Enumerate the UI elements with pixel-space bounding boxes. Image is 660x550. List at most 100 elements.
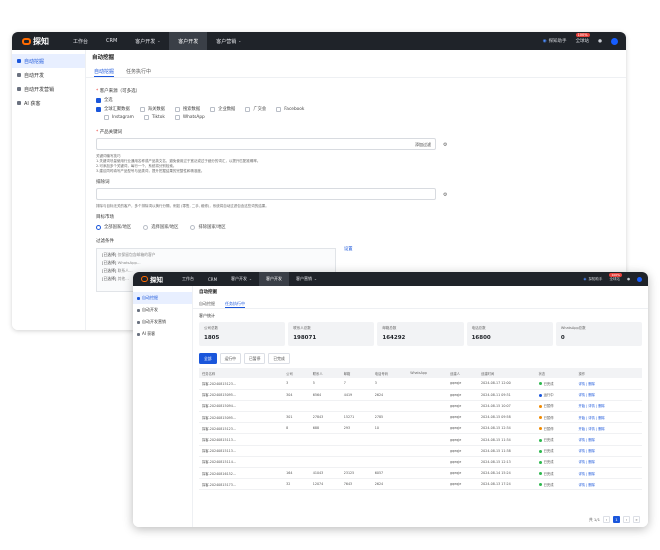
tab-auto-mining[interactable]: 自动挖掘 [94,68,115,77]
filter-paused[interactable]: 已暂停 [243,353,266,364]
nav-crm[interactable]: CRM [97,32,126,50]
nav-crm[interactable]: CRM [201,272,224,286]
sidebar-item-auto-dev[interactable]: 自动开发 [12,68,85,82]
ai-icon [137,332,140,336]
tab-running-tasks[interactable]: 任务执行中 [225,301,245,308]
add-filter-button[interactable]: 添加过滤 [415,142,431,148]
radio-select-regions[interactable]: 选择国家/地区 [143,224,178,230]
table-cell: 304 [283,389,310,401]
checkbox-facebook[interactable]: Facebook [276,106,304,112]
checkbox-instagram[interactable]: Instagram [104,115,134,120]
table-row[interactable]: 探客-20240815095... 301 27843 15271 2785 gqeqje… [199,411,642,424]
nav-customer-dev-menu[interactable]: 客户开发 ⌄ [126,32,169,50]
marketing-icon [17,87,21,91]
task-name-cell: 探客-20240815094... [199,400,284,413]
table-row[interactable]: 探客-20240815173... 32 12074 7643 2624 gqeqje 20… [199,478,642,491]
table-row[interactable]: 探客-20240815123... 3 5 7 3 gqeqje 2024-08-17 12… [199,378,642,390]
gear-icon[interactable]: ⚙ [443,142,447,148]
exclude-input[interactable]: ⚙ [96,188,447,200]
tab-bar: 自动挖掘 任务执行中 [86,64,626,78]
avatar[interactable] [611,37,618,45]
task-name-cell: 探客-20240815095... [199,411,284,424]
table-cell: gqeqje [447,378,479,390]
sidebar-item-auto-mining[interactable]: 自动挖掘 [133,292,192,304]
checkbox-search-data[interactable]: 搜索数据 [174,106,200,112]
sidebar-item-auto-mining[interactable]: 自动挖掘 [12,54,85,68]
brand-logo[interactable]: 探知 [141,274,175,284]
row-action-links[interactable]: 详情 | 删除 [578,472,594,476]
row-action-links[interactable]: 详情 | 删除 [578,438,594,442]
filter-running[interactable]: 运行中 [219,353,241,364]
sidebar-item-ai-acquire[interactable]: AI 获客 [133,328,192,340]
brand-logo[interactable]: 探知 [22,36,64,47]
table-row[interactable]: 探客-20240815113... gqeqje 2024-08-15 11:34 已… [199,433,642,446]
table-row[interactable]: 探客-20240815123... 8 688 293 10 gqeqje 2024-08-… [199,422,642,435]
row-action-links[interactable]: 开始 | 详情 | 删除 [578,416,604,420]
filter-done[interactable]: 已完成 [268,353,290,364]
nav-customer-dev-menu[interactable]: 客户开发 ⌄ [224,272,259,286]
keyword-input[interactable]: 添加过滤 ⚙ [96,138,447,150]
source-row-1: 全选 [96,97,616,103]
table-row[interactable]: 探客-20240815113... gqeqje 2024-08-15 11:38 已… [199,445,642,457]
filter-all[interactable]: 全部 [199,353,217,364]
exclude-label: 排除词 [96,180,110,185]
assistant-icon: ◉ [542,38,547,44]
checkbox-global-data[interactable]: 全球汇聚数据 [96,106,130,112]
checkbox-company-data[interactable]: 企业数据 [210,106,235,112]
row-action-links[interactable]: 开始 | 详情 | 删除 [578,404,604,408]
site-switch[interactable]: 100% 全球站 [575,33,590,44]
checkbox-tiktok[interactable]: Tiktok [143,115,165,120]
bell-icon[interactable]: ● [627,277,630,281]
site-switch[interactable]: 100% 全球站 [609,272,623,282]
tab-running-tasks[interactable]: 任务执行中 [126,68,151,77]
table-row[interactable]: 探客-20240815114... gqeqje 2024-08-15 12:13 已… [199,456,642,469]
radio-all-regions[interactable]: 全部国家/地区 [96,224,131,230]
status-text: 已完成 [543,471,554,476]
sidebar-item-auto-dev[interactable]: 自动开发 [133,304,192,316]
checkbox-canton-fair[interactable]: 广交会 [245,106,266,112]
status-cell: 已完成 [535,378,576,390]
radio-exclude-regions[interactable]: 排除国家/地区 [190,224,226,230]
pager-page-1[interactable]: 1 [613,516,620,523]
table-cell [340,445,372,457]
row-action-links[interactable]: 详情 | 删除 [578,460,594,464]
checkbox-whatsapp[interactable]: WhatsApp [174,115,205,120]
table-row[interactable]: 探客-20240816152... 164 41043 23125 6057 gqeqje… [199,467,642,480]
mining-icon [17,59,21,63]
assistant-link[interactable]: ◉ 探知助手 [542,38,567,45]
row-action-links[interactable]: 详情 | 删除 [578,483,594,487]
row-action-links[interactable]: 开始 | 详情 | 删除 [578,427,604,431]
nav-workbench[interactable]: 工作台 [175,272,201,286]
table-cell: gqeqje [447,478,479,491]
checkbox-checked-icon [96,106,101,112]
filter-settings-link[interactable]: 设置 [344,246,353,252]
table-cell [340,400,372,413]
assistant-link[interactable]: ◉ 探知助手 [583,277,602,282]
pager-prev-button[interactable]: ‹ [603,516,610,523]
table-cell: 3 [371,378,408,390]
row-action-links[interactable]: 详情 | 删除 [578,382,594,386]
row-action-links[interactable]: 详情 | 删除 [578,393,594,397]
table-cell: 2024-08-15 12:34 [478,422,536,435]
avatar[interactable] [637,276,642,282]
pager-last-button[interactable]: » [633,516,640,523]
sidebar-item-auto-marketing[interactable]: 自动开发营销 [12,82,85,96]
checkbox-customs-data[interactable]: 海关数据 [139,106,165,112]
bell-icon[interactable]: ● [598,39,602,44]
table-row[interactable]: 探客-20240815095... 304 6564 4419 2624 gqeqje 20… [199,389,642,401]
sidebar-item-ai-acquire[interactable]: AI 获客 [12,96,85,110]
nav-customer-dev[interactable]: 客户开发 [258,272,289,286]
status-cell: 已完成 [535,433,576,446]
table-row[interactable]: 探客-20240815094... gqeqje 2024-08-15 10:07 已… [199,400,642,413]
row-action-links[interactable]: 详情 | 删除 [578,449,594,453]
nav-marketing[interactable]: 客户营销 ⌄ [207,32,250,50]
nav-customer-dev[interactable]: 客户开发 [169,32,208,50]
tab-auto-mining[interactable]: 自动挖掘 [199,301,215,308]
checkbox-select-all[interactable]: 全选 [96,97,113,103]
sidebar-item-auto-marketing[interactable]: 自动开发营销 [133,316,192,328]
nav-workbench[interactable]: 工作台 [64,32,97,50]
status-dot-icon [538,460,542,464]
gear-icon[interactable]: ⚙ [443,192,447,198]
nav-marketing[interactable]: 客户营销 ⌄ [289,272,324,286]
pager-next-button[interactable]: › [623,516,630,523]
